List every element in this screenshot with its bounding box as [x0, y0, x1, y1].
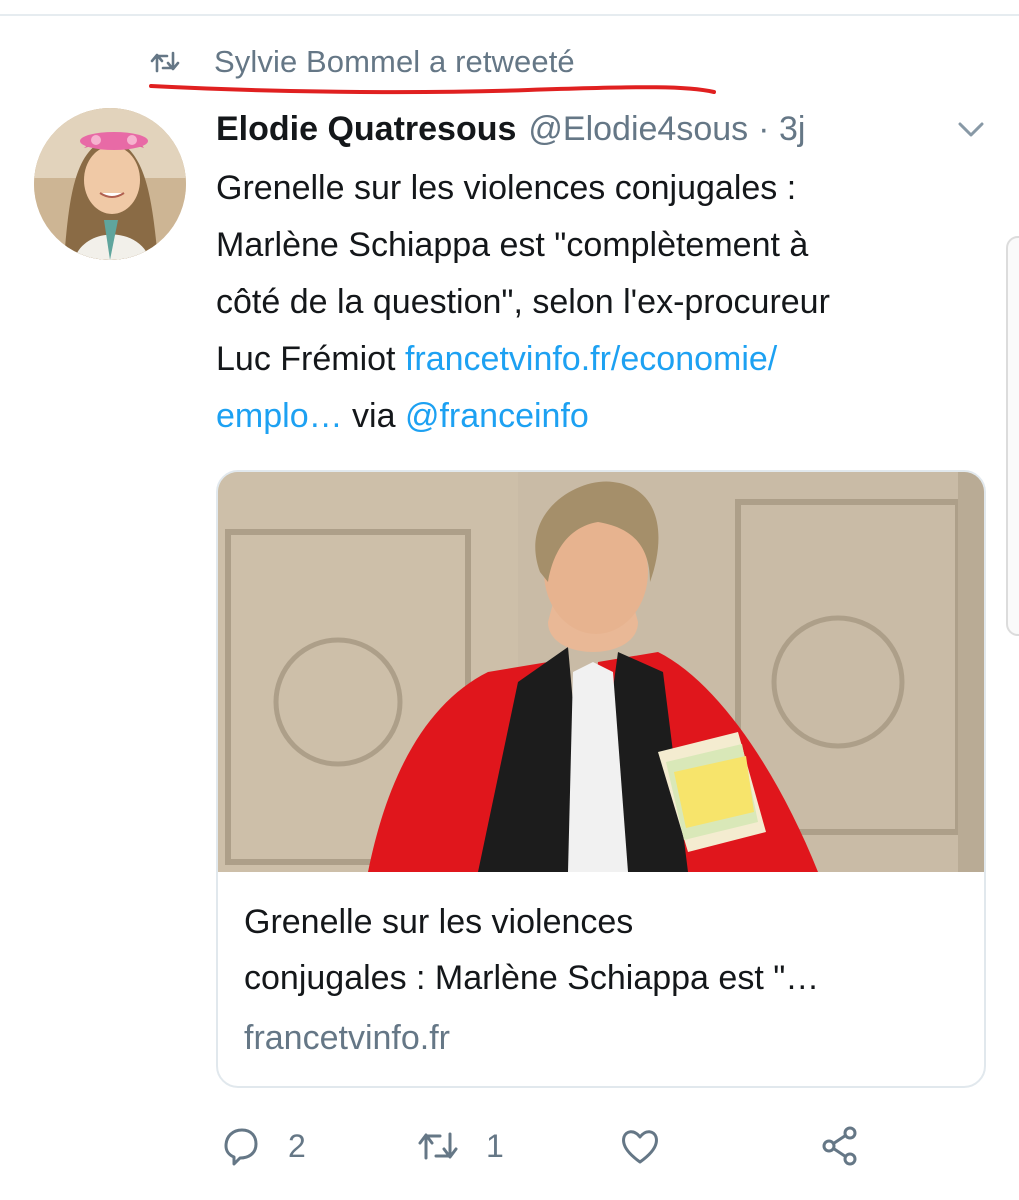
tweet-timestamp[interactable]: · 3j — [758, 110, 805, 149]
chevron-down-icon[interactable] — [956, 118, 986, 140]
retweet-icon — [418, 1132, 458, 1160]
mention-link[interactable]: @franceinfo — [405, 397, 589, 435]
tweet-actions: 2 1 — [216, 1118, 916, 1174]
tweet-text-fragment: Luc Frémiot — [216, 340, 405, 378]
retweet-icon — [150, 51, 180, 73]
card-domain: francetvinfo.fr — [244, 1019, 450, 1057]
author-name[interactable]: Elodie Quatresous — [216, 110, 516, 149]
card-title-line: conjugales : Marlène Schiappa est "… — [244, 959, 820, 997]
tweet-text-line: emplo… via @franceinfo — [216, 388, 996, 445]
via-text: via — [342, 397, 405, 435]
reply-button[interactable]: 2 — [218, 1118, 306, 1174]
retweet-context[interactable]: Sylvie Bommel a retweeté — [150, 40, 575, 84]
retweet-context-label: Sylvie Bommel a retweeté — [214, 44, 575, 79]
card-image — [218, 472, 984, 872]
article-link-continued[interactable]: emplo… — [216, 397, 343, 435]
retweet-count: 1 — [486, 1127, 504, 1164]
reply-icon — [224, 1128, 258, 1166]
link-preview-card[interactable]: Grenelle sur les violences conjugales : … — [216, 470, 986, 1088]
card-title-line: Grenelle sur les violences — [244, 903, 634, 941]
author-handle[interactable]: @Elodie4sous — [528, 110, 748, 149]
article-link[interactable]: francetvinfo.fr/economie/ — [405, 340, 777, 378]
retweet-button[interactable]: 1 — [416, 1118, 504, 1174]
tweet-text: Grenelle sur les violences conjugales : … — [216, 160, 996, 445]
share-button[interactable] — [818, 1118, 862, 1174]
tweet-text-line: Grenelle sur les violences conjugales : — [216, 169, 797, 207]
tweet-text-line: Luc Frémiot francetvinfo.fr/economie/ — [216, 331, 996, 388]
tweet-text-line: Marlène Schiappa est "complètement à — [216, 226, 809, 264]
hand-drawn-red-underline — [149, 84, 716, 95]
card-title: Grenelle sur les violences conjugales : … — [244, 894, 964, 1006]
like-button[interactable] — [618, 1118, 662, 1174]
scrollbar[interactable] — [1006, 236, 1019, 636]
reply-count: 2 — [288, 1127, 306, 1164]
tweet-text-line: côté de la question", selon l'ex-procure… — [216, 283, 830, 321]
avatar[interactable] — [34, 108, 186, 260]
heart-icon — [622, 1130, 658, 1164]
top-divider — [0, 14, 1019, 16]
tweet-header: Elodie Quatresous @Elodie4sous · 3j — [216, 104, 805, 154]
share-icon — [822, 1126, 857, 1166]
